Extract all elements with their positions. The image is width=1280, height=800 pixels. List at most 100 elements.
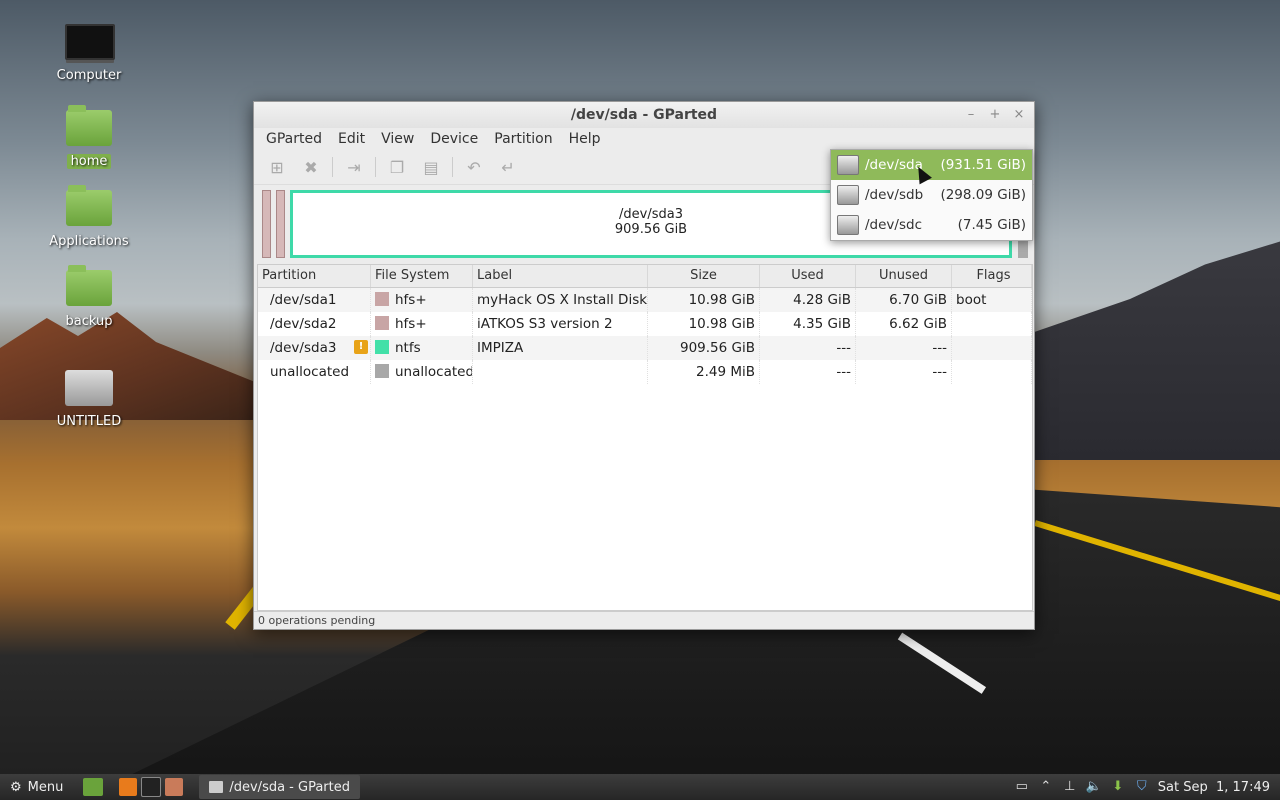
chevron-up-icon[interactable]: ⌃ <box>1038 779 1054 795</box>
close-button[interactable]: × <box>1012 102 1026 128</box>
device-option-sda[interactable]: /dev/sda (931.51 GiB) <box>831 150 1032 180</box>
fs-name: hfs+ <box>395 316 427 332</box>
table-row[interactable]: /dev/sda2 hfs+ iATKOS S3 version 2 10.98… <box>258 312 1032 336</box>
toolbar-separator <box>375 157 376 177</box>
cell-unused: 6.70 GiB <box>856 288 952 312</box>
wallpaper-mountain <box>1030 241 1280 460</box>
table-row[interactable]: /dev/sda3! ntfs IMPIZA 909.56 GiB --- --… <box>258 336 1032 360</box>
fs-color-swatch <box>375 340 389 354</box>
cell-partition: unallocated <box>258 360 371 384</box>
desktop-icon-label: home <box>66 154 112 169</box>
maximize-button[interactable]: + <box>988 102 1002 128</box>
hard-disk-icon <box>837 215 859 235</box>
desktop-icon-label: Computer <box>56 68 122 83</box>
cell-size: 10.98 GiB <box>648 312 760 336</box>
undo-icon[interactable]: ↶ <box>457 153 491 181</box>
cell-unused: --- <box>856 360 952 384</box>
menu-device[interactable]: Device <box>422 131 486 147</box>
desktop-icon-label: backup <box>65 314 113 329</box>
gparted-app-icon <box>209 781 224 793</box>
menu-view[interactable]: View <box>373 131 422 147</box>
toolbar-separator <box>332 157 333 177</box>
cell-flags: boot <box>952 288 1032 312</box>
table-row[interactable]: unallocated unallocated 2.49 MiB --- --- <box>258 360 1032 384</box>
terminal-icon[interactable] <box>141 777 162 797</box>
cell-partition: /dev/sda3! <box>258 336 371 360</box>
cell-label <box>473 360 648 384</box>
cell-size: 10.98 GiB <box>648 288 760 312</box>
delete-icon[interactable]: ✖ <box>294 153 328 181</box>
table-row[interactable]: /dev/sda1 hfs+ myHack OS X Install Disk … <box>258 288 1032 312</box>
fs-color-swatch <box>375 364 389 378</box>
show-desktop-icon[interactable] <box>83 778 104 796</box>
menu-edit[interactable]: Edit <box>330 131 373 147</box>
desktop-icon-untitled[interactable]: UNTITLED <box>46 370 132 429</box>
volume-icon[interactable]: 🔈 <box>1086 779 1102 795</box>
cell-label: iATKOS S3 version 2 <box>473 312 648 336</box>
cell-label: myHack OS X Install Disk <box>473 288 648 312</box>
clock[interactable]: Sat Sep 1, 17:49 <box>1158 780 1270 795</box>
gear-icon: ⚙ <box>10 779 22 795</box>
new-partition-icon[interactable]: ⊞ <box>260 153 294 181</box>
menubar: GParted Edit View Device Partition Help <box>254 128 1034 150</box>
resize-move-icon[interactable]: ⇥ <box>337 153 371 181</box>
monitor-icon <box>65 24 115 64</box>
copy-icon[interactable]: ❐ <box>380 153 414 181</box>
partition-sda1-graphic[interactable] <box>262 190 271 258</box>
device-option-sdc[interactable]: /dev/sdc (7.45 GiB) <box>831 210 1032 240</box>
column-used[interactable]: Used <box>760 265 856 287</box>
desktop-icon-backup[interactable]: backup <box>46 265 132 329</box>
cell-size: 2.49 MiB <box>648 360 760 384</box>
minimize-button[interactable]: – <box>964 102 978 128</box>
cell-partition: /dev/sda1 <box>258 288 371 312</box>
menu-gparted[interactable]: GParted <box>258 131 330 147</box>
desktop-icon-computer[interactable]: Computer <box>46 24 132 83</box>
gparted-launcher-icon[interactable] <box>165 778 184 796</box>
hard-disk-icon <box>837 155 859 175</box>
start-menu-button[interactable]: ⚙ Menu <box>0 780 73 795</box>
partition-name: /dev/sda3 <box>270 340 337 356</box>
partition-table: Partition File System Label Size Used Un… <box>257 264 1033 611</box>
folder-icon <box>65 185 113 230</box>
device-option-sdb[interactable]: /dev/sdb (298.09 GiB) <box>831 180 1032 210</box>
column-flags[interactable]: Flags <box>952 265 1032 287</box>
cell-filesystem: hfs+ <box>371 312 473 336</box>
fs-color-swatch <box>375 292 389 306</box>
display-icon[interactable]: ▭ <box>1014 779 1030 795</box>
cell-used: 4.35 GiB <box>760 312 856 336</box>
cell-used: --- <box>760 336 856 360</box>
window-title: /dev/sda - GParted <box>570 107 718 123</box>
device-name: /dev/sdb <box>865 187 924 203</box>
device-name: /dev/sdc <box>865 217 922 233</box>
column-unused[interactable]: Unused <box>856 265 952 287</box>
cell-flags <box>952 336 1032 360</box>
taskbar-window-gparted[interactable]: /dev/sda - GParted <box>199 775 360 799</box>
column-filesystem[interactable]: File System <box>371 265 473 287</box>
cell-used: 4.28 GiB <box>760 288 856 312</box>
status-bar: 0 operations pending <box>254 611 1034 629</box>
column-size[interactable]: Size <box>648 265 760 287</box>
window-titlebar[interactable]: /dev/sda - GParted – + × <box>254 102 1034 128</box>
apply-icon[interactable]: ↵ <box>491 153 525 181</box>
device-size: (931.51 GiB) <box>940 157 1026 173</box>
firefox-icon[interactable] <box>119 778 138 796</box>
partition-sda2-graphic[interactable] <box>276 190 285 258</box>
toolbar-separator <box>452 157 453 177</box>
menu-partition[interactable]: Partition <box>486 131 560 147</box>
desktop-icon-home[interactable]: home <box>46 105 132 169</box>
update-manager-icon[interactable]: ⬇ <box>1110 779 1126 795</box>
network-icon[interactable]: ⊥ <box>1062 779 1078 795</box>
locked-folder-icon <box>65 265 113 310</box>
desktop-icon-applications[interactable]: Applications <box>46 185 132 249</box>
menu-help[interactable]: Help <box>561 131 609 147</box>
device-name: /dev/sda <box>865 157 923 173</box>
cell-partition: /dev/sda2 <box>258 312 371 336</box>
shield-icon[interactable]: ⛉ <box>1134 779 1150 795</box>
taskbar-window-title: /dev/sda - GParted <box>229 779 350 795</box>
desktop-icon-label: Applications <box>49 234 129 249</box>
usb-drive-icon <box>65 370 113 410</box>
paste-icon[interactable]: ▤ <box>414 153 448 181</box>
cell-flags <box>952 312 1032 336</box>
column-partition[interactable]: Partition <box>258 265 371 287</box>
column-label[interactable]: Label <box>473 265 648 287</box>
